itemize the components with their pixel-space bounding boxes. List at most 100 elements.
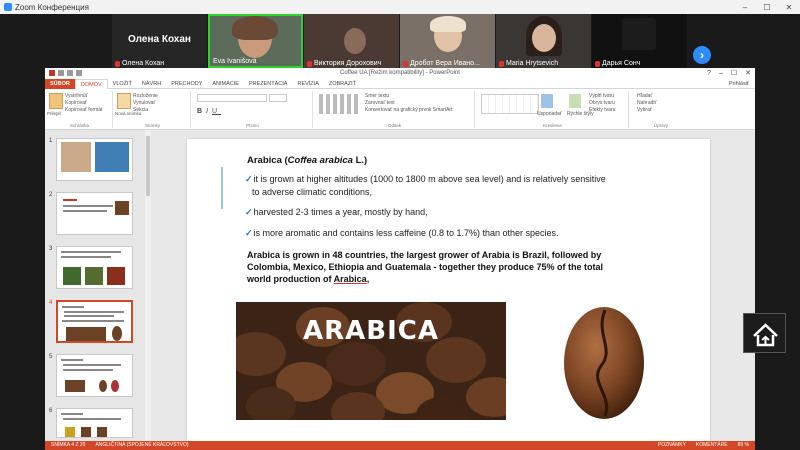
cut-button[interactable]: Vystrihnúť bbox=[65, 93, 88, 99]
slide-title[interactable]: Arabica (Coffea arabica L.) bbox=[247, 155, 367, 166]
help-icon[interactable]: ? bbox=[707, 68, 711, 79]
underline-icon: U bbox=[212, 108, 222, 115]
paste-button[interactable]: Prilepiť bbox=[47, 111, 61, 116]
share-screen-button[interactable] bbox=[743, 313, 786, 353]
comments-button[interactable]: KOMENTÁRE bbox=[696, 441, 728, 450]
slide-thumbnail-selected[interactable] bbox=[56, 300, 133, 343]
align-text-button[interactable]: Zarovnať text bbox=[365, 100, 395, 106]
mic-muted-icon bbox=[499, 60, 504, 67]
zoom-logo-icon bbox=[4, 3, 12, 11]
slide-paragraph[interactable]: Arabica is grown in 48 countries, the la… bbox=[247, 249, 687, 285]
shapes-gallery[interactable] bbox=[481, 94, 539, 114]
arabica-beans-photo[interactable]: ARABICA bbox=[236, 302, 506, 420]
minimize-icon[interactable]: – bbox=[719, 68, 723, 79]
maximize-icon[interactable]: ☐ bbox=[756, 3, 778, 12]
participant-name: Eva Ivanišová bbox=[213, 58, 257, 65]
new-slide-icon[interactable] bbox=[117, 93, 131, 109]
slide-thumbnail[interactable] bbox=[56, 354, 133, 397]
thumbnail-number: 3 bbox=[49, 246, 53, 252]
maximize-icon[interactable]: ☐ bbox=[731, 68, 737, 79]
replace-button[interactable]: Nahradiť bbox=[637, 100, 656, 106]
participant-name: Дарья Сонч bbox=[595, 60, 640, 67]
sign-in-link[interactable]: Prihlásiť bbox=[724, 79, 755, 89]
tab-transitions[interactable]: PRECHODY bbox=[166, 79, 207, 89]
paragraph-format-buttons[interactable] bbox=[319, 94, 359, 114]
minimize-icon[interactable]: – bbox=[734, 3, 756, 12]
mic-muted-icon bbox=[403, 60, 408, 67]
coffee-bean-image[interactable] bbox=[559, 304, 649, 422]
participant-tile[interactable]: Дарья Сонч bbox=[592, 14, 687, 68]
ribbon: Prilepiť Vystrihnúť Kopírovať Kopírovať … bbox=[45, 89, 755, 130]
bullet-item[interactable]: ✓harvested 2-3 times a year, mostly by h… bbox=[245, 206, 428, 218]
checkmark-icon: ✓ bbox=[245, 228, 253, 238]
tab-review[interactable]: REVÍZIA bbox=[292, 79, 323, 89]
participant-strip: Олена Кохан Олена Кохан Eva Ivanišová Ви… bbox=[0, 14, 800, 68]
text-direction-button[interactable]: Smer textu bbox=[365, 93, 389, 99]
ppt-window-controls: ? – ☐ ✕ bbox=[707, 68, 751, 79]
find-button[interactable]: Hľadať bbox=[637, 93, 652, 99]
participant-video bbox=[622, 18, 656, 50]
bullet-item[interactable]: ✓is more aromatic and contains less caff… bbox=[245, 227, 559, 239]
arrange-icon[interactable] bbox=[541, 94, 553, 108]
participant-tile[interactable]: Виктория Дорохович bbox=[304, 14, 399, 68]
quick-styles-icon[interactable] bbox=[569, 94, 581, 108]
shape-effects-button[interactable]: Efekty tvaru bbox=[589, 107, 615, 113]
ribbon-group-paragraph: Smer textu Zarovnať text Konvertovať na … bbox=[315, 91, 475, 128]
section-button[interactable]: Sekcia bbox=[133, 107, 148, 113]
layout-button[interactable]: Rozloženie bbox=[133, 93, 158, 99]
tab-animations[interactable]: ANIMÁCIE bbox=[207, 79, 244, 89]
zoom-level[interactable]: 89 % bbox=[738, 441, 749, 450]
participant-tile[interactable]: Maria Hrytsevich bbox=[496, 14, 591, 68]
select-button[interactable]: Vybrať bbox=[637, 107, 652, 113]
scrollbar-thumb[interactable] bbox=[146, 136, 150, 196]
chevron-right-icon[interactable]: › bbox=[693, 46, 711, 64]
font-style-buttons[interactable]: BIU bbox=[197, 108, 221, 115]
participant-name: Виктория Дорохович bbox=[307, 60, 381, 67]
slide-thumbnail[interactable] bbox=[56, 408, 133, 438]
slide-thumbnail[interactable] bbox=[56, 138, 133, 181]
save-icon[interactable] bbox=[58, 70, 64, 76]
tab-insert[interactable]: VLOŽIŤ bbox=[108, 79, 137, 89]
participant-tile[interactable]: Дробот Вера Ивано... bbox=[400, 14, 495, 68]
tab-view[interactable]: ZOBRAZIŤ bbox=[324, 79, 361, 89]
ribbon-group-editing: Hľadať Nahradiť Vybrať Úpravy bbox=[631, 91, 691, 128]
tab-file[interactable]: SÚBOR bbox=[45, 78, 75, 89]
tab-slideshow[interactable]: PREZENTÁCIA bbox=[244, 79, 293, 89]
notes-button[interactable]: POZNÁMKY bbox=[658, 441, 686, 450]
slide-thumbnail-pane: 1 2 3 4 5 6 bbox=[45, 130, 145, 441]
participant-tile-active[interactable]: Eva Ivanišová bbox=[208, 14, 303, 68]
checkmark-icon: ✓ bbox=[245, 174, 253, 184]
font-name-select[interactable] bbox=[197, 94, 267, 102]
ppt-titlebar: Coffee UA [Režim kompatibility] - PowerP… bbox=[45, 68, 755, 79]
arrange-button[interactable]: Usporiadať bbox=[537, 111, 562, 117]
participant-hair bbox=[232, 16, 278, 40]
group-label: Kreslenie bbox=[543, 123, 562, 128]
close-icon[interactable]: ✕ bbox=[778, 3, 800, 12]
format-painter-button[interactable]: Kopírovať formát bbox=[65, 107, 102, 113]
thumbnail-scrollbar[interactable] bbox=[145, 130, 151, 441]
redo-icon[interactable] bbox=[76, 70, 82, 76]
group-label: Schránka bbox=[69, 123, 89, 128]
copy-button[interactable]: Kopírovať bbox=[65, 100, 87, 106]
ppt-status-bar: SNÍMKA 4 Z 20 ANGLIČTINA (SPOJENÉ KRÁĽOV… bbox=[45, 441, 755, 450]
close-icon[interactable]: ✕ bbox=[745, 68, 751, 79]
language-indicator[interactable]: ANGLIČTINA (SPOJENÉ KRÁĽOVSTVO) bbox=[95, 441, 188, 450]
undo-icon[interactable] bbox=[67, 70, 73, 76]
reset-button[interactable]: Vynulovať bbox=[133, 100, 155, 106]
tab-design[interactable]: NÁVRH bbox=[137, 79, 166, 89]
bullet-item[interactable]: ✓it is grown at higher altitudes (1000 t… bbox=[245, 173, 606, 185]
slide-thumbnail[interactable] bbox=[56, 192, 133, 235]
participant-tile[interactable]: Олена Кохан Олена Кохан bbox=[112, 14, 207, 68]
slide-canvas[interactable]: Arabica (Coffea arabica L.) ✓it is grown… bbox=[187, 139, 710, 441]
ppt-logo-icon bbox=[49, 70, 55, 76]
ribbon-tabs: SÚBOR DOMOV VLOŽIŤ NÁVRH PRECHODY ANIMÁC… bbox=[45, 78, 755, 89]
shape-fill-button[interactable]: Výplň tvaru bbox=[589, 93, 614, 99]
ppt-window-title: Coffee UA [Režim kompatibility] - PowerP… bbox=[340, 70, 460, 76]
shape-outline-button[interactable]: Obrys tvaru bbox=[589, 100, 615, 106]
slide-thumbnail[interactable] bbox=[56, 246, 133, 289]
smartart-button[interactable]: Konvertovať na grafický prvok SmartArt bbox=[365, 107, 452, 113]
paste-icon[interactable] bbox=[49, 93, 63, 109]
font-size-select[interactable] bbox=[269, 94, 287, 102]
tab-home[interactable]: DOMOV bbox=[74, 78, 108, 89]
bullet-item-continuation[interactable]: to adverse climatic conditions, bbox=[252, 186, 372, 198]
